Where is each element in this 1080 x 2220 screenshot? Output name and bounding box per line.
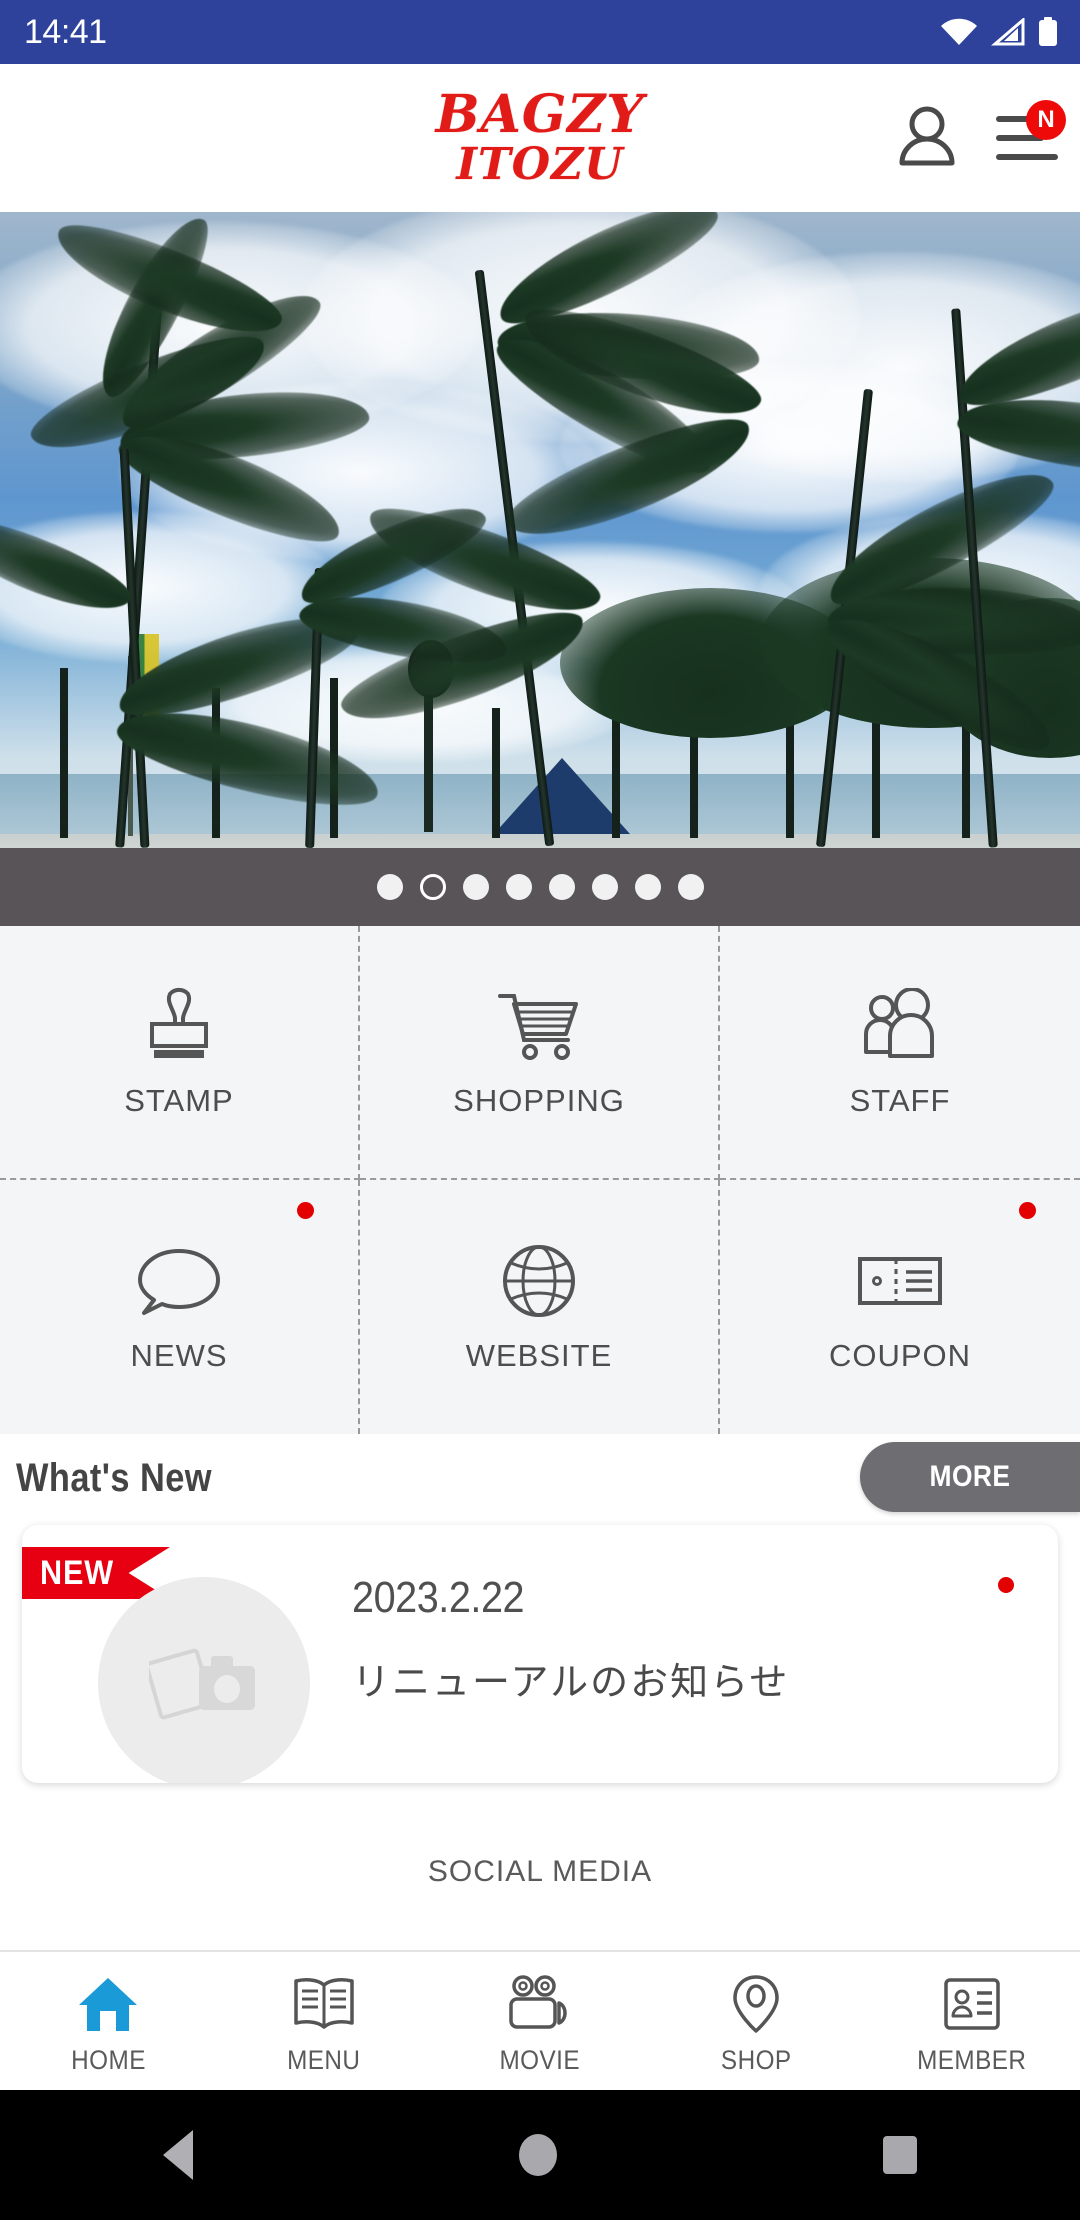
stamp-icon xyxy=(133,985,225,1067)
carousel-dot-8[interactable] xyxy=(677,874,704,900)
photo-camera-placeholder-icon xyxy=(149,1640,259,1726)
carousel-dot-3[interactable] xyxy=(462,874,489,900)
news-list-item[interactable]: NEW 2023.2.22 リニューアルのお知らせ xyxy=(22,1525,1058,1783)
social-media-section: SOCIAL MEDIA xyxy=(0,1855,1080,1935)
more-button[interactable]: MORE xyxy=(860,1442,1080,1512)
news-notification-dot xyxy=(297,1202,314,1219)
coupon-notification-dot xyxy=(1019,1202,1036,1219)
news-title: リニューアルのお知らせ xyxy=(352,1660,790,1704)
more-button-label: MORE xyxy=(929,1460,1011,1493)
new-badge-label: NEW xyxy=(40,1553,115,1592)
carousel-dot-4[interactable] xyxy=(505,874,532,900)
logo-line-primary: BAGZY xyxy=(435,84,645,146)
wifi-icon xyxy=(940,18,978,46)
ticket-icon xyxy=(854,1240,946,1322)
grid-item-label: WEBSITE xyxy=(465,1338,613,1373)
grid-item-label: COUPON xyxy=(828,1338,972,1373)
map-pin-icon xyxy=(731,1973,781,2035)
app-screen: 14:41 BAGZY ITOZU N STAMP SHOPPING STAFF… xyxy=(0,0,1080,2220)
tab-shop[interactable]: SHOP xyxy=(648,1952,864,2090)
android-navigation-bar xyxy=(0,2090,1080,2220)
tab-label: MOVIE xyxy=(499,2044,581,2075)
whats-new-section-header: What's New MORE xyxy=(0,1434,1080,1524)
tab-movie[interactable]: MOVIE xyxy=(432,1952,648,2090)
carousel-pagination[interactable] xyxy=(0,848,1080,926)
app-header: BAGZY ITOZU N xyxy=(0,64,1080,212)
section-title: What's New xyxy=(16,1456,212,1500)
news-unread-dot xyxy=(998,1577,1014,1593)
grid-item-stamp[interactable]: STAMP xyxy=(0,926,360,1180)
grid-item-shopping[interactable]: SHOPPING xyxy=(360,926,720,1180)
grid-item-coupon[interactable]: COUPON xyxy=(720,1180,1080,1434)
grid-item-label: NEWS xyxy=(130,1338,228,1373)
news-text-block: 2023.2.22 リニューアルのお知らせ xyxy=(352,1573,789,1706)
tab-label: SHOP xyxy=(720,2044,792,2075)
grid-item-label: STAFF xyxy=(849,1083,951,1118)
bottom-tab-bar: HOME MENU MOVIE SHOP MEMBER xyxy=(0,1950,1080,2090)
news-date: 2023.2.22 xyxy=(352,1573,525,1622)
home-icon xyxy=(77,1973,139,2035)
video-camera-icon xyxy=(505,1973,575,2035)
carousel-dot-6[interactable] xyxy=(591,874,618,900)
logo-line-secondary: ITOZU xyxy=(456,139,624,191)
tab-label: HOME xyxy=(70,2044,146,2075)
status-icon-group xyxy=(940,17,1058,47)
tab-menu[interactable]: MENU xyxy=(216,1952,432,2090)
menu-notification-badge: N xyxy=(1026,100,1066,140)
people-icon xyxy=(854,985,946,1067)
cellular-signal-icon xyxy=(991,18,1025,46)
person-icon xyxy=(898,105,956,172)
social-media-label: SOCIAL MEDIA xyxy=(427,1855,653,1888)
quick-menu-grid: STAMP SHOPPING STAFF NEWS WEBSITE COUPON xyxy=(0,926,1080,1434)
back-triangle-icon[interactable] xyxy=(163,2130,193,2180)
tab-home[interactable]: HOME xyxy=(0,1952,216,2090)
carousel-dot-1[interactable] xyxy=(376,874,403,900)
battery-icon xyxy=(1038,17,1058,47)
header-actions: N xyxy=(898,64,1066,212)
shopping-cart-icon xyxy=(493,985,585,1067)
news-thumbnail-placeholder xyxy=(98,1577,310,1783)
globe-icon xyxy=(493,1240,585,1322)
speech-bubble-icon xyxy=(133,1240,225,1322)
hero-carousel-image[interactable] xyxy=(0,212,1080,848)
status-bar: 14:41 xyxy=(0,0,1080,64)
carousel-dot-2[interactable] xyxy=(419,874,446,900)
carousel-dot-5[interactable] xyxy=(548,874,575,900)
carousel-dot-7[interactable] xyxy=(634,874,661,900)
tab-label: MENU xyxy=(287,2044,361,2075)
new-badge: NEW xyxy=(22,1547,170,1599)
tab-member[interactable]: MEMBER xyxy=(864,1952,1080,2090)
grid-item-website[interactable]: WEBSITE xyxy=(360,1180,720,1434)
home-circle-icon[interactable] xyxy=(519,2134,557,2176)
account-button[interactable] xyxy=(898,105,956,172)
status-clock: 14:41 xyxy=(24,13,107,51)
tab-label: MEMBER xyxy=(917,2044,1027,2075)
open-book-icon xyxy=(291,1973,357,2035)
grid-item-news[interactable]: NEWS xyxy=(0,1180,360,1434)
grid-item-label: STAMP xyxy=(124,1083,234,1118)
grid-item-staff[interactable]: STAFF xyxy=(720,926,1080,1180)
id-card-icon xyxy=(942,1973,1002,2035)
grid-item-label: SHOPPING xyxy=(453,1083,625,1118)
menu-button[interactable]: N xyxy=(996,100,1066,164)
recents-square-icon[interactable] xyxy=(883,2136,917,2174)
